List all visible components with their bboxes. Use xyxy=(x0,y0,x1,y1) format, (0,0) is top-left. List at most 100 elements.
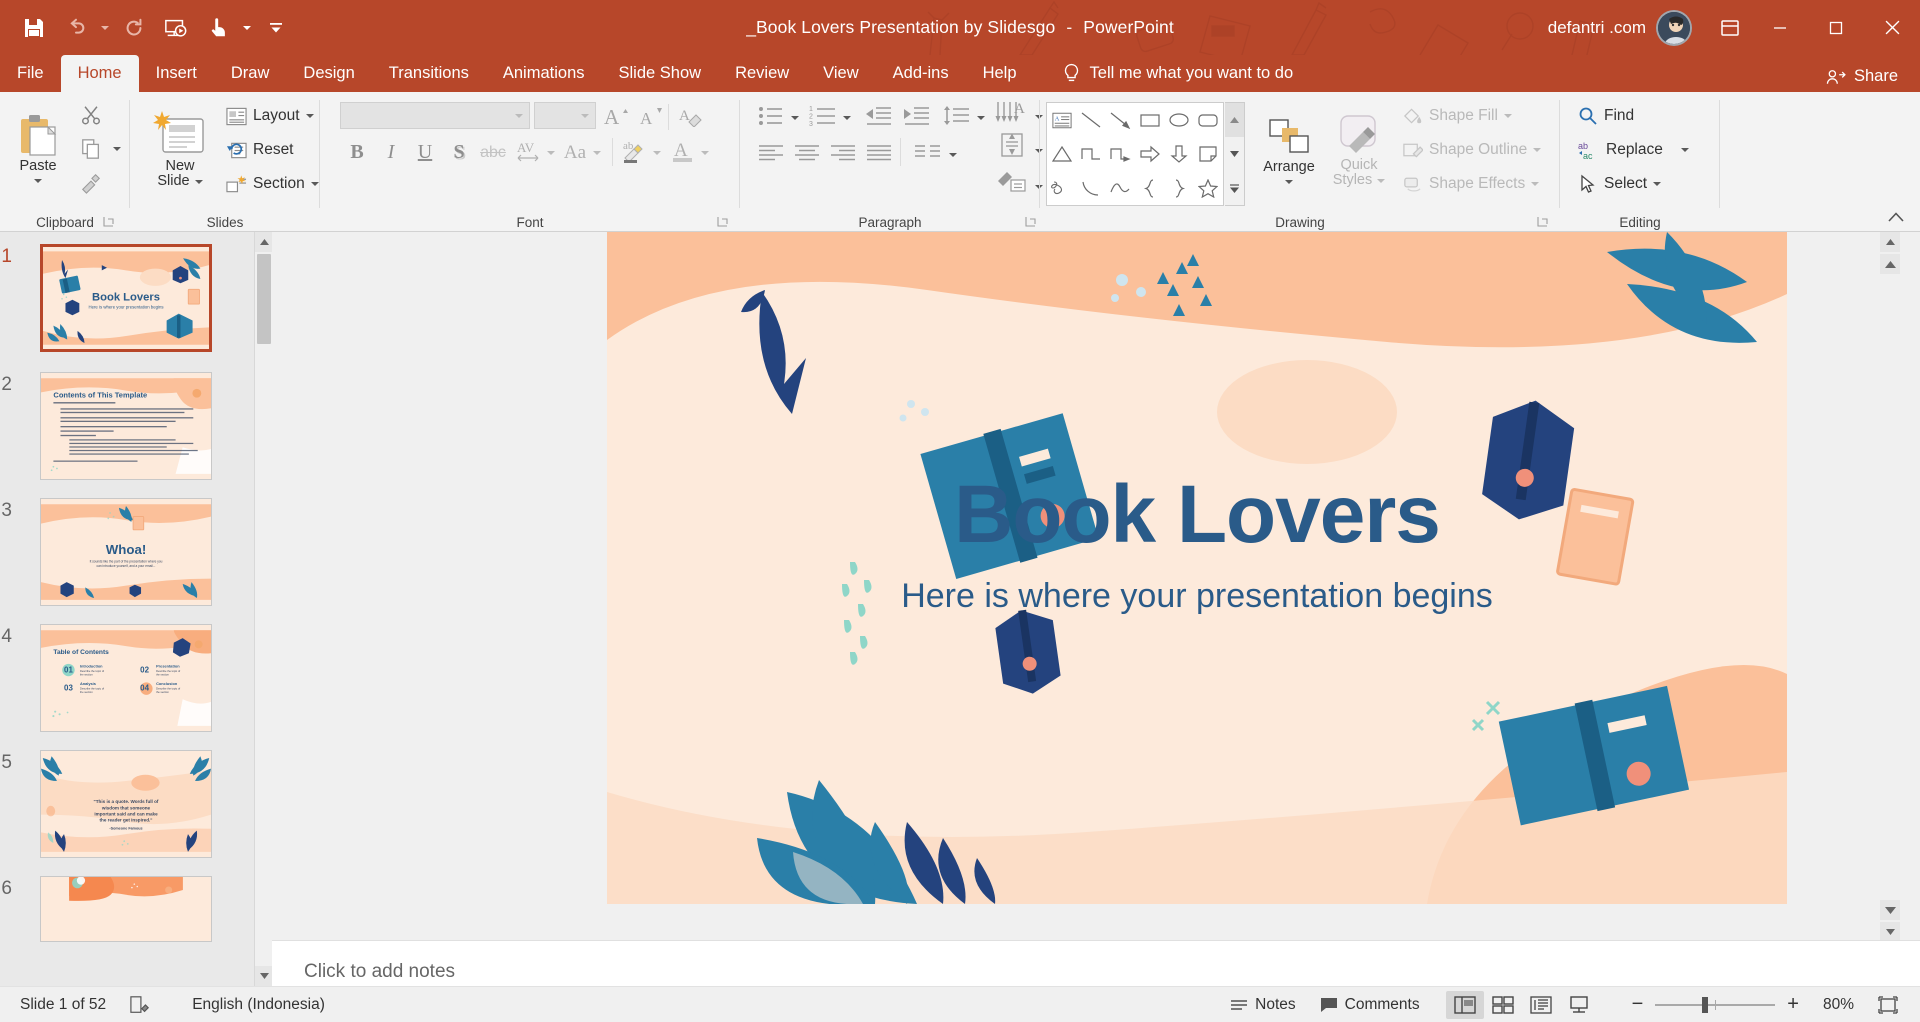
format-painter-button[interactable] xyxy=(74,168,108,198)
justify-button[interactable] xyxy=(862,138,896,167)
shape-down-arrow-icon[interactable] xyxy=(1164,137,1193,171)
minimize-button[interactable] xyxy=(1752,0,1808,55)
font-size-combobox[interactable] xyxy=(534,102,596,129)
shapes-scroll-down-button[interactable] xyxy=(1225,137,1244,171)
bullets-button[interactable] xyxy=(754,101,788,130)
shape-oval-icon[interactable] xyxy=(1164,103,1193,137)
font-color-button[interactable]: A xyxy=(668,136,698,165)
reset-button[interactable]: Reset xyxy=(222,136,298,164)
shape-scribble-icon[interactable] xyxy=(1047,171,1076,205)
tab-insert[interactable]: Insert xyxy=(139,55,214,92)
character-spacing-button[interactable]: AV xyxy=(514,136,544,165)
replace-caret[interactable] xyxy=(1680,148,1689,152)
quick-styles-button[interactable]: Quick Styles xyxy=(1326,100,1392,200)
copy-button[interactable] xyxy=(74,134,108,164)
shape-elbow-arrow-connector-icon[interactable] xyxy=(1106,137,1135,171)
tab-animations[interactable]: Animations xyxy=(486,55,602,92)
paste-button[interactable]: Paste xyxy=(8,98,68,198)
align-center-button[interactable] xyxy=(790,138,824,167)
change-case-caret[interactable] xyxy=(590,138,604,167)
slide-sorter-view-button[interactable] xyxy=(1484,991,1522,1019)
canvas-next-slide-button[interactable] xyxy=(1880,900,1900,920)
bullets-caret[interactable] xyxy=(788,103,802,132)
shape-line-icon[interactable] xyxy=(1076,103,1105,137)
layout-button[interactable]: Layout xyxy=(222,102,318,130)
section-button[interactable]: Section xyxy=(222,170,323,198)
align-left-button[interactable] xyxy=(754,138,788,167)
canvas-vertical-scrollbar[interactable] xyxy=(1880,232,1900,986)
tab-file[interactable]: File xyxy=(0,55,61,92)
convert-to-smartart-button[interactable] xyxy=(992,166,1032,195)
slide-thumbnail-1[interactable]: Book Lovers Here is where your presentat… xyxy=(40,244,212,352)
language-indicator[interactable]: English (Indonesia) xyxy=(180,990,337,1020)
shape-effects-button[interactable]: Shape Effects xyxy=(1398,170,1543,198)
save-button[interactable] xyxy=(14,8,54,48)
align-right-button[interactable] xyxy=(826,138,860,167)
layout-dropdown-caret[interactable] xyxy=(305,114,314,118)
slide-thumbnail-5[interactable]: "This is a quote. Words full of wisdom t… xyxy=(40,750,212,858)
thumbnail-scroll-up-button[interactable] xyxy=(255,232,272,252)
arrange-dropdown-caret[interactable] xyxy=(1285,180,1293,185)
avatar[interactable] xyxy=(1656,9,1692,46)
font-name-combobox[interactable] xyxy=(340,102,530,129)
slide-title[interactable]: Book Lovers xyxy=(607,468,1787,562)
shapes-gallery[interactable]: A xyxy=(1046,102,1224,206)
text-highlight-color-button[interactable]: ab xyxy=(620,136,650,165)
canvas-previous-slide-button[interactable] xyxy=(1880,254,1900,274)
align-text-button[interactable] xyxy=(992,130,1032,159)
new-slide-button[interactable]: New Slide xyxy=(144,98,216,202)
touch-mode-dropdown-caret[interactable] xyxy=(240,8,254,48)
tab-review[interactable]: Review xyxy=(718,55,806,92)
new-slide-dropdown-caret[interactable] xyxy=(194,179,203,184)
shape-fill-caret[interactable] xyxy=(1503,114,1512,118)
shape-right-arrow-icon[interactable] xyxy=(1135,137,1164,171)
italic-button[interactable]: I xyxy=(376,138,406,167)
tab-add-ins[interactable]: Add-ins xyxy=(876,55,966,92)
slide-show-view-button[interactable] xyxy=(1560,991,1598,1019)
arrange-button[interactable]: Arrange xyxy=(1256,100,1322,200)
shape-folded-corner-icon[interactable] xyxy=(1194,137,1223,171)
comments-toggle-button[interactable]: Comments xyxy=(1308,990,1432,1020)
shape-effects-caret[interactable] xyxy=(1531,182,1540,186)
tab-help[interactable]: Help xyxy=(966,55,1034,92)
line-spacing-caret[interactable] xyxy=(974,103,988,132)
clear-formatting-button[interactable]: A xyxy=(676,101,706,130)
zoom-slider[interactable] xyxy=(1655,995,1776,1015)
change-case-button[interactable]: Aa xyxy=(560,138,590,167)
shapes-gallery-scrollbar[interactable] xyxy=(1225,102,1245,206)
zoom-out-button[interactable]: − xyxy=(1620,990,1656,1020)
canvas-scroll-up-button[interactable] xyxy=(1880,232,1900,252)
shape-elbow-connector-icon[interactable] xyxy=(1076,137,1105,171)
shape-star-icon[interactable] xyxy=(1194,171,1223,205)
columns-button[interactable] xyxy=(910,138,946,167)
increase-list-level-button[interactable] xyxy=(898,101,934,130)
shape-rounded-rectangle-icon[interactable] xyxy=(1194,103,1223,137)
text-direction-button[interactable]: A xyxy=(992,98,1032,127)
shape-left-brace-icon[interactable] xyxy=(1135,171,1164,205)
quick-styles-caret[interactable] xyxy=(1377,178,1386,183)
shapes-more-button[interactable] xyxy=(1225,171,1244,205)
columns-caret[interactable] xyxy=(946,140,960,169)
customize-quick-access-toolbar-button[interactable] xyxy=(256,8,296,48)
user-account-name[interactable]: defantri .com xyxy=(1548,18,1646,38)
undo-dropdown-caret[interactable] xyxy=(98,8,112,48)
line-spacing-button[interactable] xyxy=(938,101,974,130)
find-button[interactable]: Find xyxy=(1574,102,1638,130)
shape-right-brace-icon[interactable] xyxy=(1164,171,1193,205)
start-from-beginning-button[interactable] xyxy=(156,8,196,48)
section-dropdown-caret[interactable] xyxy=(310,182,319,186)
restore-button[interactable] xyxy=(1808,0,1864,55)
numbering-button[interactable]: 123 xyxy=(806,101,840,130)
strikethrough-button[interactable]: abc xyxy=(478,138,508,167)
shape-arrow-icon[interactable] xyxy=(1106,103,1135,137)
tab-design[interactable]: Design xyxy=(286,55,371,92)
font-name-caret[interactable] xyxy=(515,113,523,118)
tab-home[interactable]: Home xyxy=(60,55,139,92)
numbering-caret[interactable] xyxy=(840,103,854,132)
undo-button[interactable] xyxy=(56,8,96,48)
accessibility-check-button[interactable] xyxy=(118,990,162,1020)
tab-draw[interactable]: Draw xyxy=(214,55,287,92)
collapse-ribbon-button[interactable] xyxy=(1884,207,1908,227)
slide-thumbnail-6[interactable] xyxy=(40,876,212,942)
thumbnail-scrollbar-thumb[interactable] xyxy=(257,254,271,344)
